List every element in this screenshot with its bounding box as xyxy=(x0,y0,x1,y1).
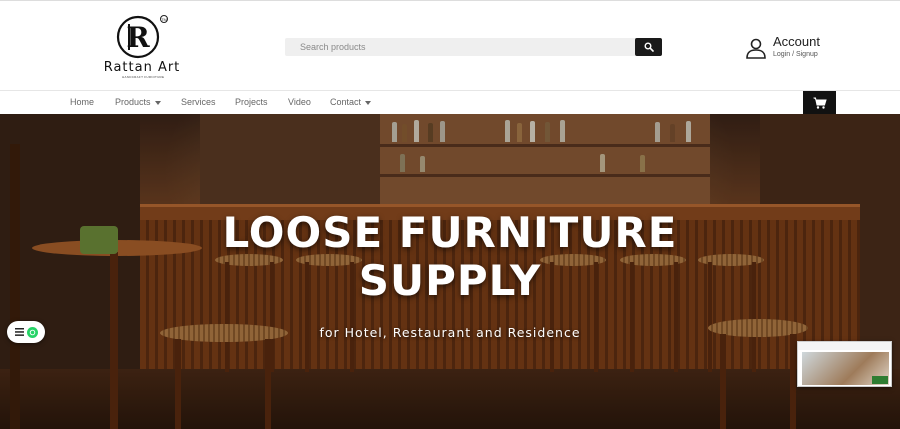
cart-icon xyxy=(813,97,827,109)
trademark-badge: TM xyxy=(160,15,168,23)
nav-label: Video xyxy=(288,97,311,107)
chevron-down-icon xyxy=(154,100,161,105)
cart-button[interactable] xyxy=(803,91,836,115)
brand-logo[interactable]: R TM Rattan Art HANDCRAFT FURNITURE xyxy=(92,13,192,79)
hero-subtitle: for Hotel, Restaurant and Residence xyxy=(319,325,581,340)
main-nav: Home Products Services Projects Video Co… xyxy=(0,90,900,114)
hero-title-line1: LOOSE FURNITURE xyxy=(222,208,678,257)
video-preview-popup[interactable] xyxy=(797,341,892,387)
nav-label: Services xyxy=(181,97,216,107)
hero-banner: LOOSE FURNITURE SUPPLY for Hotel, Restau… xyxy=(0,114,900,429)
floating-contact-menu[interactable] xyxy=(7,321,45,343)
user-icon xyxy=(746,38,766,59)
chevron-down-icon xyxy=(365,100,372,105)
video-preview-badge xyxy=(872,376,888,384)
brand-name: Rattan Art xyxy=(103,60,181,75)
video-preview-header xyxy=(798,342,891,350)
brand-tagline: HANDCRAFT FURNITURE xyxy=(122,75,165,79)
nav-label: Products xyxy=(115,97,151,107)
nav-label: Projects xyxy=(235,97,268,107)
whatsapp-icon xyxy=(26,326,38,338)
nav-label: Contact xyxy=(330,97,362,107)
nav-item-services[interactable]: Services xyxy=(181,97,216,107)
nav-item-projects[interactable]: Projects xyxy=(235,97,268,107)
menu-icon xyxy=(14,328,24,336)
search-button[interactable] xyxy=(635,38,662,56)
nav-item-video[interactable]: Video xyxy=(288,97,311,107)
account-link[interactable]: Account Login / Signup xyxy=(745,34,835,65)
search-input[interactable] xyxy=(285,38,636,56)
search-bar xyxy=(285,38,662,56)
site-header: R TM Rattan Art HANDCRAFT FURNITURE Acco… xyxy=(0,0,900,90)
search-icon xyxy=(644,42,654,52)
hero-title-line2: SUPPLY xyxy=(358,256,542,305)
nav-item-contact[interactable]: Contact xyxy=(330,97,372,107)
nav-item-products[interactable]: Products xyxy=(115,97,161,107)
logo-monogram-icon: R xyxy=(116,15,160,59)
nav-item-home[interactable]: Home xyxy=(70,97,94,107)
nav-label: Home xyxy=(70,97,95,107)
account-title: Account xyxy=(773,34,820,49)
account-login-signup[interactable]: Login / Signup xyxy=(773,51,818,58)
